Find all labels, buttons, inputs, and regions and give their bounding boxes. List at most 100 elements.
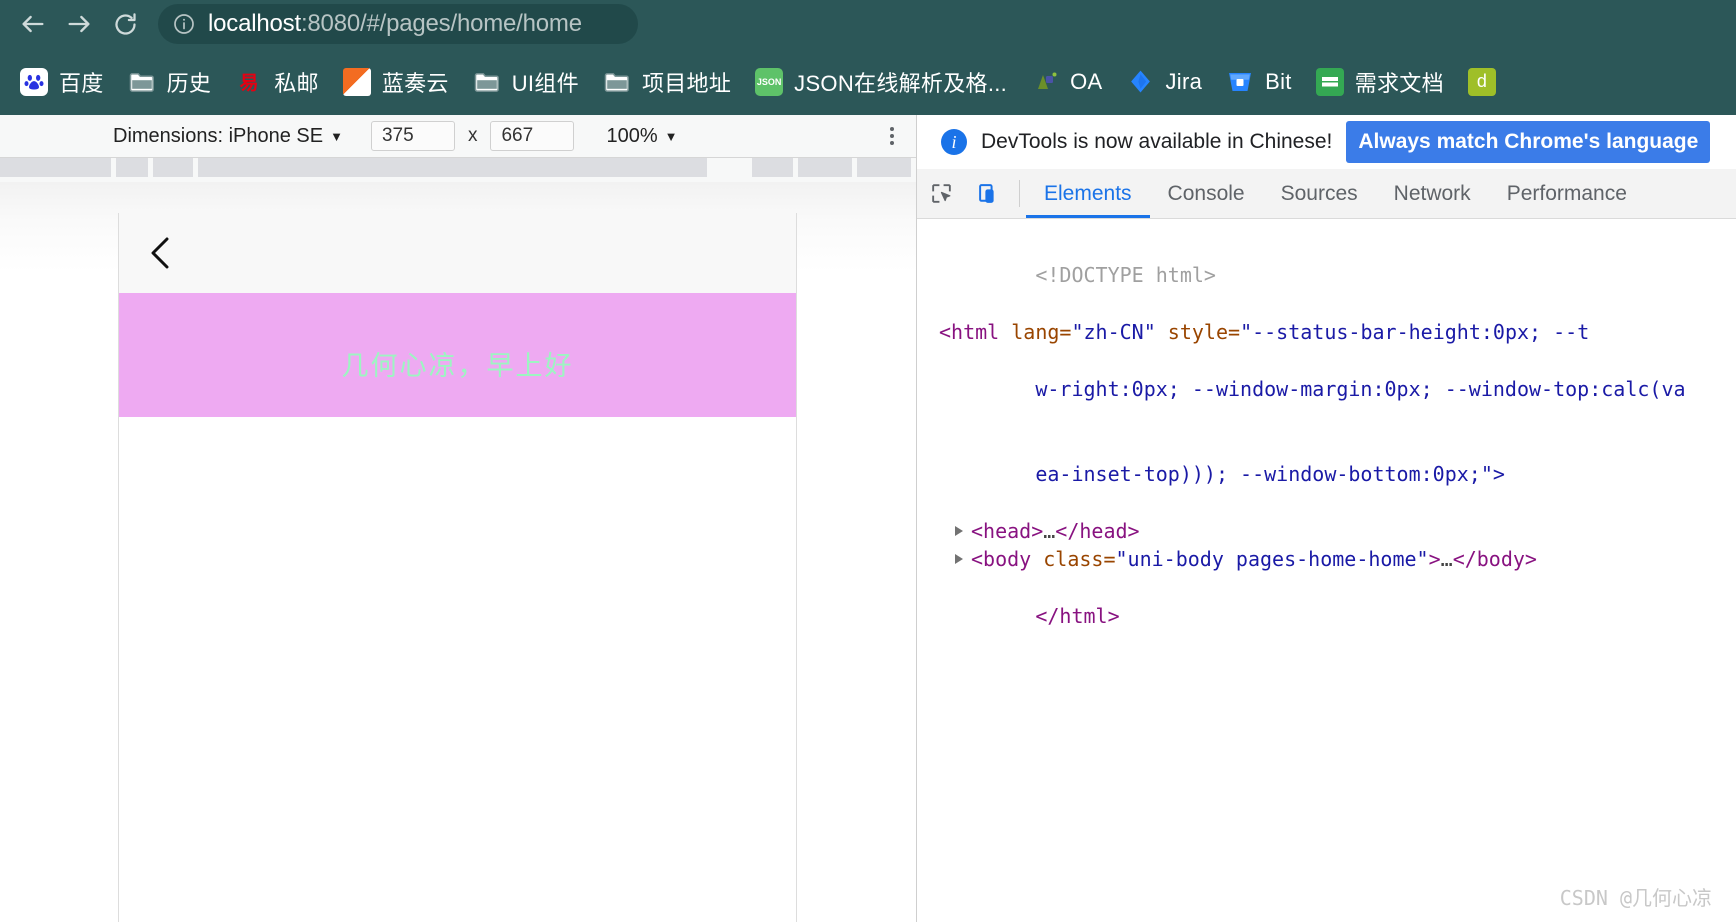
chevron-down-icon: ▼ xyxy=(330,128,343,144)
ruler-segment xyxy=(752,158,793,177)
greeting-text: 几何心凉，早上好 xyxy=(341,351,574,381)
forward-button[interactable] xyxy=(56,1,102,47)
folder-icon xyxy=(473,68,501,96)
bookmark-label: 历史 xyxy=(166,70,212,96)
tab-elements[interactable]: Elements xyxy=(1026,169,1150,218)
html-style-attr: style= xyxy=(1155,320,1241,345)
bookmark-label: Bit xyxy=(1265,68,1292,94)
info-circle-icon[interactable] xyxy=(172,12,196,36)
viewport-height-input[interactable]: 667 xyxy=(490,121,575,151)
app-navigation-bar xyxy=(119,213,796,293)
folder-icon xyxy=(128,68,156,96)
dimensions-dropdown[interactable]: Dimensions: iPhone SE ▼ xyxy=(113,125,343,148)
tab-performance[interactable]: Performance xyxy=(1489,169,1645,218)
bookmark-label: Jira xyxy=(1165,68,1203,94)
dom-line-html-open: <html lang="zh-CN" style="--status-bar-h… xyxy=(939,318,1736,346)
back-chevron-icon[interactable] xyxy=(144,231,178,275)
html-style-value-part3: ea-inset-top))); --window-bottom:0px;"> xyxy=(1035,462,1505,487)
device-toolbar-icon[interactable] xyxy=(965,169,1013,218)
url-path: :8080/#/pages/home/home xyxy=(300,10,582,37)
bookmark-project-address[interactable]: 项目地址 xyxy=(591,60,743,104)
device-viewport-area: 几何心凉，早上好 xyxy=(0,182,916,922)
ruler-segment xyxy=(797,158,852,177)
head-ellipsis: … xyxy=(1043,518,1056,543)
green-app-icon: d xyxy=(1467,67,1496,96)
bookmark-ui-components[interactable]: UI组件 xyxy=(461,60,591,104)
tab-network[interactable]: Network xyxy=(1376,169,1489,218)
dom-line-body[interactable]: <body class="uni-body pages-home-home">…… xyxy=(939,545,1736,573)
head-tag-open: <head> xyxy=(971,518,1044,543)
banner-message: DevTools is now available in Chinese! xyxy=(981,130,1333,153)
svg-text:易: 易 xyxy=(240,72,259,94)
body-ellipsis: … xyxy=(1440,547,1453,572)
html-lang-value: "zh-CN" xyxy=(1071,320,1156,345)
reload-button[interactable] xyxy=(102,1,148,47)
url-text: localhost:8080/#/pages/home/home xyxy=(208,10,582,38)
bookmark-requirements-doc[interactable]: 需求文档 xyxy=(1304,60,1456,104)
siyou-icon: 易 xyxy=(235,68,263,96)
tab-sources[interactable]: Sources xyxy=(1263,169,1376,218)
ruler-segment xyxy=(197,158,708,177)
bookmark-lanzou[interactable]: 蓝奏云 xyxy=(331,60,461,104)
bookmark-bit[interactable]: Bit xyxy=(1214,60,1304,104)
body-tag-open: <body xyxy=(971,547,1032,572)
bookmark-baidu[interactable]: 百度 xyxy=(8,60,116,104)
viewport-height-value: 667 xyxy=(501,125,534,146)
browser-nav-bar: localhost:8080/#/pages/home/home xyxy=(0,0,1736,48)
multiply-symbol: x xyxy=(467,125,478,146)
bookmark-label: 私邮 xyxy=(274,70,319,96)
dom-line-style-wrap3: ea-inset-top))); --window-bottom:0px;"> xyxy=(939,432,1736,517)
dom-line-head[interactable]: <head>…</head> xyxy=(939,517,1736,545)
tab-console[interactable]: Console xyxy=(1150,169,1263,218)
bookmark-label: 需求文档 xyxy=(1354,70,1444,96)
dom-line-style-wrap2: w-right:0px; --window-margin:0px; --wind… xyxy=(939,347,1736,432)
bookmark-siyou[interactable]: 易 私邮 xyxy=(223,60,331,104)
html-tag-close: </html> xyxy=(1035,604,1120,629)
csdn-watermark: CSDN @几何心凉 xyxy=(1559,885,1712,910)
body-tag-gt: > xyxy=(1428,547,1441,572)
ruler-segment xyxy=(152,158,193,177)
body-class-value: "uni-body pages-home-home" xyxy=(1115,547,1429,572)
sheets-icon xyxy=(1315,67,1344,96)
bookmark-label: 百度 xyxy=(59,70,104,96)
device-toolbar: Dimensions: iPhone SE ▼ 375 x 667 100% ▼ xyxy=(0,115,916,158)
html-style-value-part2: w-right:0px; --window-margin:0px; --wind… xyxy=(1035,376,1686,401)
inspect-element-icon[interactable] xyxy=(917,169,965,218)
forward-arrow-icon xyxy=(68,15,90,33)
bookmarks-bar: 百度 历史 易 私邮 蓝奏云 UI组件 项目地址 JSON JSON在线解析及格… xyxy=(0,48,1736,115)
viewport-width-input[interactable]: 375 xyxy=(370,121,455,151)
expand-triangle-icon[interactable] xyxy=(955,525,963,536)
app-body-blank xyxy=(119,417,796,917)
bookmark-oa[interactable]: OA xyxy=(1019,60,1114,104)
lanzou-icon xyxy=(342,67,371,96)
ruler-segment xyxy=(116,158,148,177)
info-icon: i xyxy=(941,129,967,155)
phone-viewport: 几何心凉，早上好 xyxy=(118,213,797,922)
chevron-down-icon: ▼ xyxy=(664,128,678,144)
json-icon: JSON xyxy=(755,67,784,96)
ruler-segment xyxy=(0,158,112,177)
bookmark-label: 蓝奏云 xyxy=(381,70,449,96)
address-bar[interactable]: localhost:8080/#/pages/home/home xyxy=(158,4,638,44)
bookmark-json-parser[interactable]: JSON JSON在线解析及格... xyxy=(743,60,1019,104)
bookmark-overflow-partial[interactable]: d xyxy=(1456,60,1519,104)
zoom-dropdown[interactable]: 100% ▼ xyxy=(606,125,677,148)
back-arrow-icon xyxy=(22,15,44,33)
body-tag-close: </body> xyxy=(1452,547,1537,572)
expand-triangle-icon[interactable] xyxy=(955,554,963,565)
device-toolbar-more-button[interactable] xyxy=(890,127,894,145)
dom-tree-panel[interactable]: <!DOCTYPE html> <html lang="zh-CN" style… xyxy=(917,219,1736,922)
devtools-language-banner: i DevTools is now available in Chinese! … xyxy=(917,115,1736,169)
html-tag-open: <html xyxy=(939,320,1000,345)
oa-icon xyxy=(1031,68,1059,96)
back-button[interactable] xyxy=(10,1,56,47)
html-style-value-part1: "--status-bar-height:0px; --t xyxy=(1240,320,1590,345)
bookmark-label: 项目地址 xyxy=(641,70,732,96)
reload-icon xyxy=(114,12,136,35)
greeting-banner: 几何心凉，早上好 xyxy=(119,293,796,417)
doctype-text: <!DOCTYPE html> xyxy=(1035,263,1216,288)
match-chrome-language-button[interactable]: Always match Chrome's language xyxy=(1346,121,1711,163)
bookmark-jira[interactable]: Jira xyxy=(1114,60,1214,104)
bookmark-history[interactable]: 历史 xyxy=(116,60,224,104)
toolbar-divider xyxy=(1019,180,1020,207)
